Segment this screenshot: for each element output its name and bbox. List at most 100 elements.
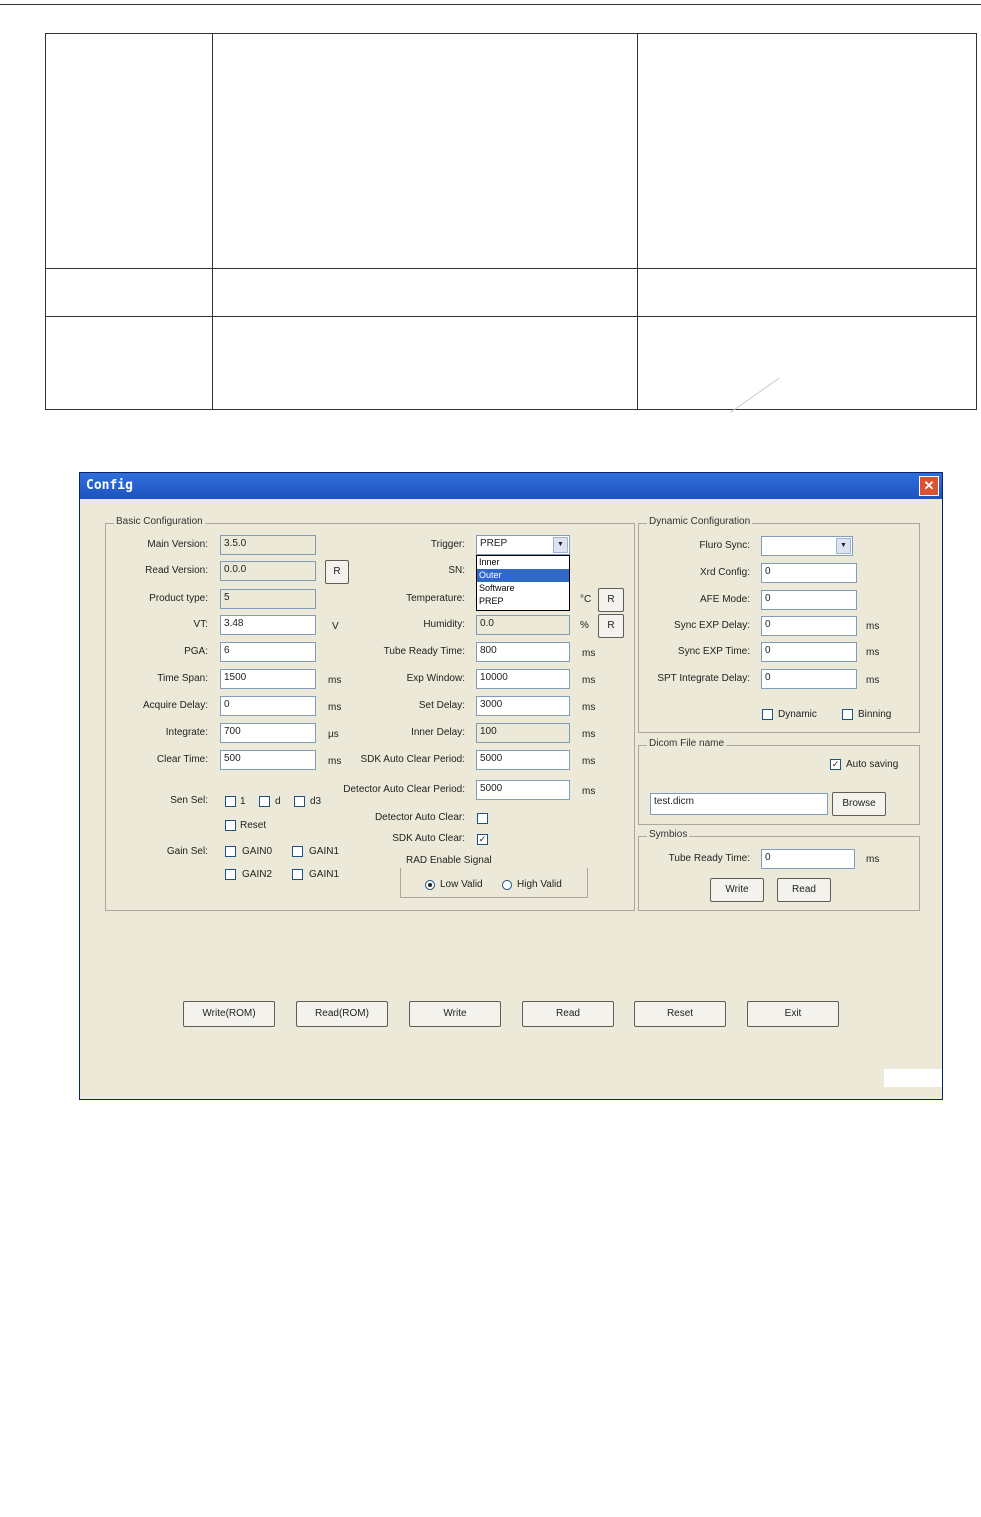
sync-exp-delay-field[interactable]: 0 (761, 616, 857, 636)
time-span-field[interactable]: 1500 (220, 669, 316, 689)
trigger-value: PREP (480, 538, 508, 549)
spt-integrate-delay-unit: ms (866, 675, 880, 686)
table-column-divider (212, 34, 213, 409)
dynamic-configuration-title: Dynamic Configuration (647, 516, 753, 527)
low-valid-label: Low Valid (440, 879, 483, 890)
fluro-sync-select[interactable]: ▼ (761, 536, 853, 556)
sync-exp-time-field[interactable]: 0 (761, 642, 857, 662)
gain1-checkbox[interactable] (292, 846, 303, 857)
symbios-read-button[interactable]: Read (777, 878, 831, 902)
acquire-delay-label: Acquire Delay: (142, 700, 208, 711)
binning-checkbox-label: Binning (858, 709, 892, 720)
humidity-field: 0.0 (476, 615, 570, 635)
sen-sel-1-checkbox[interactable] (225, 796, 236, 807)
sync-exp-time-label: Sync EXP Time: (677, 646, 750, 657)
set-delay-field[interactable]: 3000 (476, 696, 570, 716)
gain1-label: GAIN1 (309, 846, 340, 857)
tube-ready-time-field[interactable]: 800 (476, 642, 570, 662)
product-type-label: Product type: (149, 593, 208, 604)
trigger-option-prep[interactable]: PREP (477, 595, 569, 608)
clear-time-label: Clear Time: (156, 754, 208, 765)
integrate-label: Integrate: (165, 727, 208, 738)
vt-label: VT: (193, 619, 208, 630)
reset-button[interactable]: Reset (634, 1001, 726, 1027)
detector-auto-clear-period-field[interactable]: 5000 (476, 780, 570, 800)
sync-exp-delay-unit: ms (866, 621, 880, 632)
integrate-field[interactable]: 700 (220, 723, 316, 743)
set-delay-unit: ms (582, 702, 596, 713)
basic-configuration-title: Basic Configuration (114, 516, 205, 527)
detector-auto-clear-checkbox[interactable] (477, 813, 488, 824)
pga-label: PGA: (184, 646, 208, 657)
trigger-option-software[interactable]: Software (477, 582, 569, 595)
write-rom-button[interactable]: Write(ROM) (183, 1001, 275, 1027)
reset-checkbox[interactable] (225, 820, 236, 831)
vt-unit: V (332, 621, 339, 632)
dynamic-checkbox[interactable] (762, 709, 773, 720)
exp-window-field[interactable]: 10000 (476, 669, 570, 689)
sen-sel-2-checkbox[interactable] (259, 796, 270, 807)
afe-mode-field[interactable]: 0 (761, 590, 857, 610)
symbios-write-button[interactable]: Write (710, 878, 764, 902)
trigger-option-inner[interactable]: Inner (477, 556, 569, 569)
read-version-label: Read Version: (145, 565, 208, 576)
xrd-config-field[interactable]: 0 (761, 563, 857, 583)
main-version-label: Main Version: (147, 539, 208, 550)
tube-ready-time-label: Tube Ready Time: (383, 646, 465, 657)
sdk-auto-clear-period-label: SDK Auto Clear Period: (360, 754, 466, 765)
sen-sel-label: Sen Sel: (170, 795, 208, 806)
detector-auto-clear-period-label: Detector Auto Clear Period: (343, 784, 465, 795)
temperature-read-button[interactable]: R (598, 588, 624, 612)
clear-time-field[interactable]: 500 (220, 750, 316, 770)
binning-checkbox[interactable] (842, 709, 853, 720)
table-row-divider (46, 268, 976, 269)
acquire-delay-field[interactable]: 0 (220, 696, 316, 716)
read-rom-button[interactable]: Read(ROM) (296, 1001, 388, 1027)
symbios-title: Symbios (647, 829, 690, 840)
gain0-checkbox[interactable] (225, 846, 236, 857)
gain2-label: GAIN2 (242, 869, 273, 880)
tube-ready-time-unit: ms (582, 648, 596, 659)
sen-sel-3-checkbox[interactable] (294, 796, 305, 807)
config-window: Config ✕ Basic Configuration Main Versio… (79, 472, 943, 1100)
inner-delay-label: Inner Delay: (411, 727, 465, 738)
close-button[interactable]: ✕ (919, 476, 939, 496)
product-type-field: 5 (220, 589, 316, 609)
browse-button[interactable]: Browse (832, 792, 886, 816)
gain2-checkbox[interactable] (225, 869, 236, 880)
gain-sel-label: Gain Sel: (166, 846, 208, 857)
chevron-down-icon[interactable]: ▼ (836, 538, 851, 554)
sn-label: SN: (448, 565, 465, 576)
high-valid-radio[interactable] (502, 880, 512, 890)
spt-integrate-delay-field[interactable]: 0 (761, 669, 857, 689)
trigger-select[interactable]: PREP ▼ (476, 535, 570, 555)
sen-sel-2-label: d (275, 796, 281, 807)
exit-button[interactable]: Exit (747, 1001, 839, 1027)
dicom-file-name-field[interactable]: test.dicm (650, 793, 828, 815)
read-button[interactable]: Read (522, 1001, 614, 1027)
vt-field[interactable]: 3.48 (220, 615, 316, 635)
main-version-field: 3.5.0 (220, 535, 316, 555)
read-version-field: 0.0.0 (220, 561, 316, 581)
sdk-auto-clear-period-field[interactable]: 5000 (476, 750, 570, 770)
write-button[interactable]: Write (409, 1001, 501, 1027)
table-row-divider (46, 316, 976, 317)
fluro-sync-label: Fluro Sync: (699, 540, 750, 551)
chevron-down-icon[interactable]: ▼ (553, 537, 568, 553)
low-valid-radio[interactable] (425, 880, 435, 890)
symbios-tube-ready-time-label: Tube Ready Time: (668, 853, 750, 864)
symbios-tube-ready-time-field[interactable]: 0 (761, 849, 855, 869)
gain3-checkbox[interactable] (292, 869, 303, 880)
humidity-read-button[interactable]: R (598, 614, 624, 638)
xrd-config-label: Xrd Config: (699, 567, 750, 578)
trigger-option-outer[interactable]: Outer (477, 569, 569, 582)
sync-exp-delay-label: Sync EXP Delay: (674, 620, 750, 631)
sdk-auto-clear-checkbox[interactable]: ✓ (477, 834, 488, 845)
temperature-label: Temperature: (406, 593, 465, 604)
sdk-auto-clear-label: SDK Auto Clear: (392, 833, 465, 844)
pga-field[interactable]: 6 (220, 642, 316, 662)
inner-delay-field: 100 (476, 723, 570, 743)
gain0-label: GAIN0 (242, 846, 273, 857)
detector-auto-clear-label: Detector Auto Clear: (374, 812, 465, 823)
auto-saving-checkbox[interactable]: ✓ (830, 759, 841, 770)
